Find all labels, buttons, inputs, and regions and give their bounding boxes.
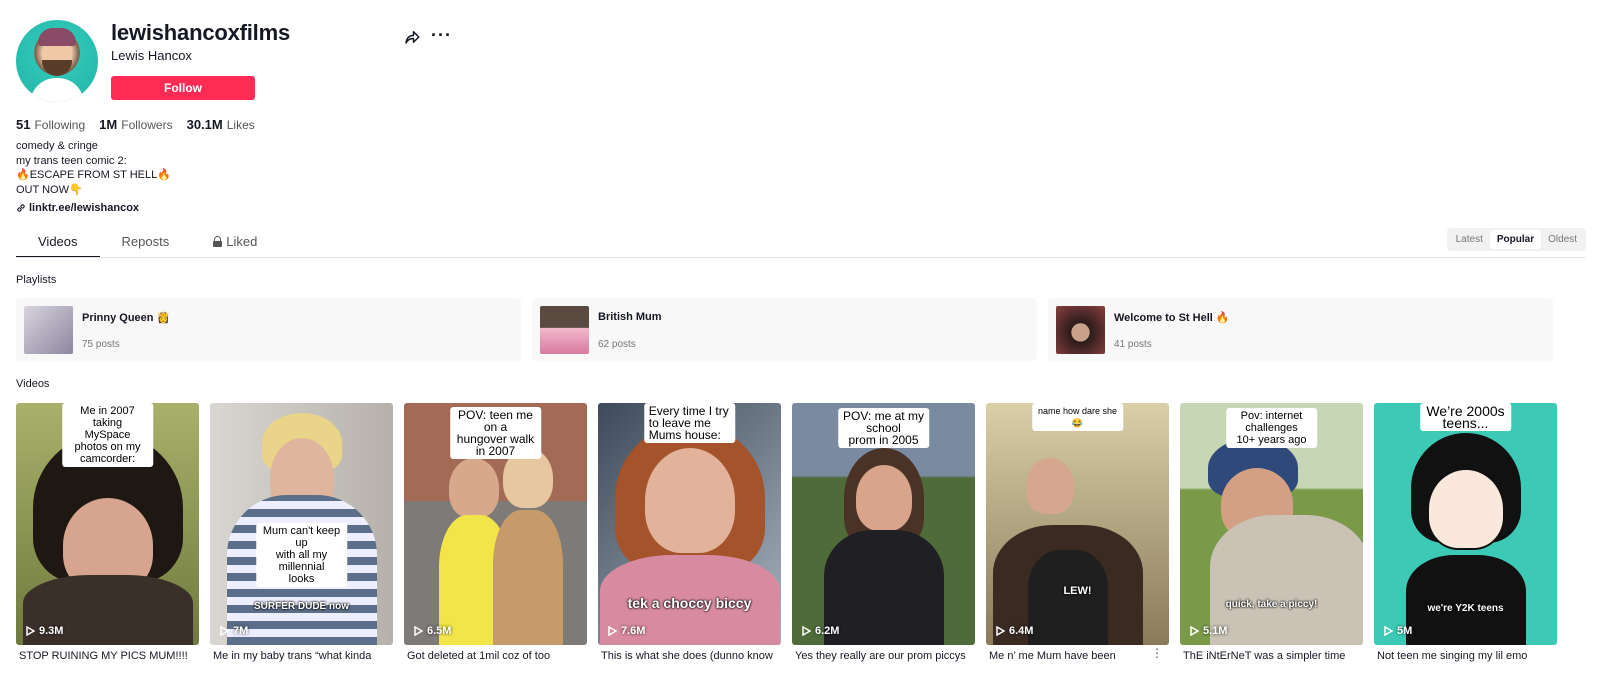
play-icon — [996, 626, 1005, 636]
sort-latest[interactable]: Latest — [1449, 230, 1490, 249]
stat-likes: 30.1M Likes — [186, 117, 255, 132]
video-card[interactable]: Me in 2007 taking MySpace photos on my c… — [16, 403, 199, 662]
avatar[interactable] — [16, 20, 98, 102]
video-thumbnail: POV: me at my school prom in 2005 6.2M — [792, 403, 975, 645]
video-card[interactable]: POV: teen me on a hungover walk in 2007 … — [404, 403, 587, 662]
play-icon — [1190, 626, 1199, 636]
tab-reposts[interactable]: Reposts — [100, 228, 192, 258]
video-thumbnail: We’re 2000s teens... we're Y2K teens 5M — [1374, 403, 1557, 645]
playlist-thumbnail — [24, 306, 73, 354]
view-count: 6.5M — [414, 625, 451, 637]
video-title: Me in my baby trans “what kinda — [213, 650, 372, 662]
playlist-count: 62 posts — [598, 339, 636, 350]
playlist-card[interactable]: Welcome to St Hell 🔥 41 posts — [1048, 298, 1553, 361]
play-icon — [608, 626, 617, 636]
video-card[interactable]: We’re 2000s teens... we're Y2K teens 5M … — [1374, 403, 1557, 662]
view-count: 7.6M — [608, 625, 645, 637]
more-options-icon[interactable]: ··· — [431, 26, 452, 44]
video-more-icon[interactable]: ⋮ — [1151, 646, 1163, 660]
profile-tabs: Videos Reposts Liked — [16, 228, 279, 258]
profile-bio: comedy & cringe my trans teen comic 2: 🔥… — [16, 140, 171, 196]
view-count: 6.2M — [802, 625, 839, 637]
video-overlay-text: tek a choccy biccy — [627, 595, 752, 611]
video-thumbnail: name how dare she 😂 LEW! 6.4M — [986, 403, 1169, 645]
video-overlay-text: quick, take a piccy! — [1225, 599, 1318, 610]
video-card[interactable]: POV: me at my school prom in 2005 6.2M Y… — [792, 403, 975, 662]
video-caption: Me in 2007 taking MySpace photos on my c… — [61, 403, 154, 467]
sort-toggle: Latest Popular Oldest — [1446, 228, 1586, 251]
view-count: 5M — [1384, 625, 1412, 637]
stat-following[interactable]: 51 Following — [16, 117, 85, 132]
playlist-card[interactable]: British Mum 62 posts — [532, 298, 1037, 361]
playlist-count: 75 posts — [82, 339, 120, 350]
tab-liked[interactable]: Liked — [191, 228, 279, 258]
video-card[interactable]: Mum can't keep up with all my millennial… — [210, 403, 393, 662]
video-overlay-text: SURFER DUDE now — [254, 601, 349, 612]
playlist-count: 41 posts — [1114, 339, 1152, 350]
video-caption: POV: me at my school prom in 2005 — [837, 408, 930, 448]
videos-heading: Videos — [16, 378, 50, 390]
playlist-card[interactable]: Prinny Queen 👸 75 posts — [16, 298, 521, 361]
view-count: 5.1M — [1190, 625, 1227, 637]
videos-grid: Me in 2007 taking MySpace photos on my c… — [16, 403, 1557, 662]
video-thumbnail: Every time I try to leave me Mums house:… — [598, 403, 781, 645]
video-caption: Mum can't keep up with all my millennial… — [255, 523, 348, 587]
video-caption: POV: teen me on a hungover walk in 2007 — [449, 407, 542, 459]
video-thumbnail: Me in 2007 taking MySpace photos on my c… — [16, 403, 199, 645]
video-caption: We’re 2000s teens... — [1419, 403, 1512, 431]
play-icon — [220, 626, 229, 636]
video-thumbnail: POV: teen me on a hungover walk in 2007 … — [404, 403, 587, 645]
video-overlay-text: LEW! — [1063, 585, 1092, 597]
video-title: Got deleted at 1mil coz of too — [407, 650, 551, 662]
playlist-name: British Mum — [598, 311, 662, 323]
video-card[interactable]: Pov: internet challenges 10+ years ago q… — [1180, 403, 1363, 662]
video-overlay-text: we're Y2K teens — [1427, 603, 1504, 614]
view-count: 9.3M — [26, 625, 63, 637]
playlist-thumbnail — [1056, 306, 1105, 354]
video-thumbnail: Pov: internet challenges 10+ years ago q… — [1180, 403, 1363, 645]
lock-icon — [213, 236, 223, 247]
view-count: 7M — [220, 625, 248, 637]
video-caption: Every time I try to leave me Mums house: — [643, 403, 736, 443]
playlist-thumbnail — [540, 306, 589, 354]
sort-popular[interactable]: Popular — [1489, 230, 1542, 249]
profile-stats: 51 Following 1M Followers 30.1M Likes — [16, 117, 255, 132]
playlist-name: Prinny Queen 👸 — [82, 312, 171, 324]
play-icon — [414, 626, 423, 636]
playlists-row: Prinny Queen 👸 75 posts British Mum 62 p… — [16, 298, 1553, 361]
video-title: STOP RUINING MY PICS MUM!!!! — [19, 650, 188, 662]
play-icon — [802, 626, 811, 636]
view-count: 6.4M — [996, 625, 1033, 637]
video-title: This is what she does (dunno know — [601, 650, 773, 662]
playlist-name: Welcome to St Hell 🔥 — [1114, 312, 1230, 324]
tab-videos[interactable]: Videos — [16, 228, 100, 258]
play-icon — [1384, 626, 1393, 636]
video-card[interactable]: name how dare she 😂 LEW! 6.4M Me n’ me M… — [986, 403, 1169, 662]
tabs-divider — [16, 257, 1586, 258]
video-title: Not teen me singing my lil emo — [1377, 650, 1528, 662]
playlists-heading: Playlists — [16, 274, 57, 286]
video-caption: Pov: internet challenges 10+ years ago — [1225, 408, 1318, 448]
play-icon — [26, 626, 35, 636]
video-title: ThE iNtErNeT was a simpler time — [1183, 650, 1346, 662]
video-thumbnail: Mum can't keep up with all my millennial… — [210, 403, 393, 645]
follow-button[interactable]: Follow — [111, 76, 255, 100]
video-caption: name how dare she 😂 — [1031, 403, 1124, 431]
profile-display-name: Lewis Hancox — [111, 48, 192, 63]
share-icon[interactable] — [403, 28, 421, 46]
video-title: Me n’ me Mum have been — [989, 650, 1116, 662]
video-card[interactable]: Every time I try to leave me Mums house:… — [598, 403, 781, 662]
link-icon — [17, 204, 25, 212]
stat-followers[interactable]: 1M Followers — [99, 117, 172, 132]
video-title: Yes they really are our prom piccys — [795, 650, 966, 662]
sort-oldest[interactable]: Oldest — [1541, 230, 1584, 249]
profile-username: lewishancoxfilms — [111, 20, 290, 45]
profile-link[interactable]: linktr.ee/lewishancox — [16, 202, 139, 214]
